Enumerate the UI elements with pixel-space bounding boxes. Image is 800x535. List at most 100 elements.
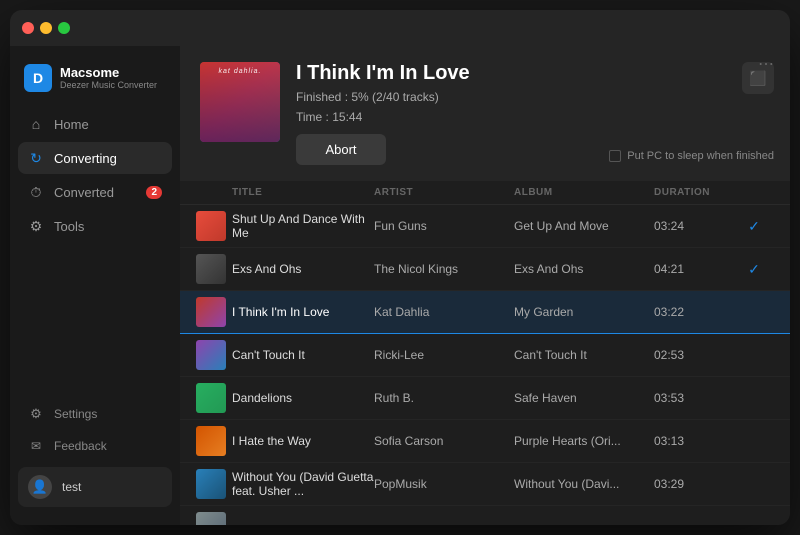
track-thumbnail	[196, 211, 226, 241]
col-duration: DURATION	[654, 187, 734, 198]
track-title-col: I Think I'm In Love	[232, 305, 374, 319]
track-title-col: Shut Up And Dance With Me	[232, 212, 374, 240]
track-duration: 04:21	[654, 262, 734, 276]
col-album: ALBUM	[514, 187, 654, 198]
content-area: kat dahlia. I Think I'm In Love Finished…	[180, 46, 790, 525]
track-name: Dandelions	[232, 391, 292, 405]
table-row[interactable]: Shut Up And Dance With Me Fun Guns Get U…	[180, 205, 790, 248]
check-icon: ✓	[748, 218, 760, 235]
track-artist: Kat Dahlia	[374, 305, 514, 319]
sleep-option: Put PC to sleep when finished	[609, 150, 774, 162]
check-icon: ✓	[748, 261, 760, 278]
track-title-col: Exs And Ohs	[232, 262, 374, 276]
table-row[interactable]: ...	[180, 506, 790, 525]
track-duration: 03:29	[654, 477, 734, 491]
track-thumb-col	[196, 297, 232, 327]
sleep-checkbox[interactable]	[609, 150, 621, 162]
track-title-col: Dandelions	[232, 391, 374, 405]
track-album: My Garden	[514, 305, 654, 319]
tools-icon: ⚙	[28, 218, 44, 234]
track-album: Can't Touch It	[514, 348, 654, 362]
user-profile[interactable]: 👤 test	[18, 467, 172, 507]
album-art-inner: kat dahlia.	[200, 62, 280, 142]
table-row[interactable]: I Hate the Way Sofia Carson Purple Heart…	[180, 420, 790, 463]
track-thumb-col	[196, 211, 232, 241]
sidebar-feedback-label: Feedback	[54, 439, 107, 453]
track-thumb-col	[196, 512, 232, 525]
user-name: test	[62, 480, 81, 494]
track-name: I Think I'm In Love	[232, 305, 329, 319]
track-duration: 02:53	[654, 348, 734, 362]
table-row[interactable]: Dandelions Ruth B. Safe Haven 03:53	[180, 377, 790, 420]
home-icon: ⌂	[28, 116, 44, 132]
sidebar-item-settings[interactable]: ⚙ Settings	[18, 399, 172, 429]
track-duration: 03:22	[654, 305, 734, 319]
track-thumb-col	[196, 340, 232, 370]
sidebar-item-converted-label: Converted	[54, 185, 114, 200]
track-album: Get Up And Move	[514, 219, 654, 233]
track-title-col: I Hate the Way	[232, 434, 374, 448]
track-album: Safe Haven	[514, 391, 654, 405]
track-thumbnail	[196, 426, 226, 456]
sidebar-bottom: ⚙ Settings ✉ Feedback 👤 test	[10, 391, 180, 515]
track-artist: The Nicol Kings	[374, 262, 514, 276]
col-title: TITLE	[232, 187, 374, 198]
sidebar-item-tools[interactable]: ⚙ Tools	[18, 210, 172, 242]
sidebar-settings-label: Settings	[54, 407, 97, 421]
track-name: Exs And Ohs	[232, 262, 301, 276]
content-header: kat dahlia. I Think I'm In Love Finished…	[180, 46, 790, 181]
table-row[interactable]: Without You (David Guetta feat. Usher ..…	[180, 463, 790, 506]
track-name: Shut Up And Dance With Me	[232, 212, 374, 240]
app-window: D Macsome Deezer Music Converter ⌂ Home …	[10, 10, 790, 525]
brand-name: Macsome	[60, 65, 157, 81]
track-artist: Ruth B.	[374, 391, 514, 405]
track-artist: Ricki-Lee	[374, 348, 514, 362]
track-thumbnail	[196, 297, 226, 327]
brand-logo: D	[24, 64, 52, 92]
close-button[interactable]	[22, 22, 34, 34]
sidebar-item-home[interactable]: ⌂ Home	[18, 108, 172, 140]
track-album: Without You (Davi...	[514, 477, 654, 491]
sidebar-item-converting[interactable]: ↻ Converting	[18, 142, 172, 174]
menu-dots-icon[interactable]: ⋯	[758, 54, 774, 74]
sidebar-item-converting-label: Converting	[54, 151, 117, 166]
converted-badge: 2	[146, 186, 162, 199]
brand-text-area: Macsome Deezer Music Converter	[60, 65, 157, 91]
track-rows: Shut Up And Dance With Me Fun Guns Get U…	[180, 205, 790, 525]
track-artist: Sofia Carson	[374, 434, 514, 448]
table-row[interactable]: Exs And Ohs The Nicol Kings Exs And Ohs …	[180, 248, 790, 291]
track-list-container[interactable]: TITLE ARTIST ALBUM DURATION Shut Up And …	[180, 181, 790, 525]
sidebar-item-home-label: Home	[54, 117, 89, 132]
track-artist: PopMusik	[374, 477, 514, 491]
track-duration: 03:13	[654, 434, 734, 448]
main-layout: D Macsome Deezer Music Converter ⌂ Home …	[10, 46, 790, 525]
feedback-icon: ✉	[28, 438, 44, 454]
table-row[interactable]: Can't Touch It Ricki-Lee Can't Touch It …	[180, 334, 790, 377]
sidebar-item-converted[interactable]: ⏱ Converted 2	[18, 176, 172, 208]
track-thumb-col	[196, 426, 232, 456]
track-status: ✓	[734, 218, 774, 235]
sleep-label: Put PC to sleep when finished	[627, 150, 774, 162]
abort-button[interactable]: Abort	[296, 134, 386, 165]
track-thumb-col	[196, 469, 232, 499]
track-title-col: Can't Touch It	[232, 348, 374, 362]
table-row[interactable]: I Think I'm In Love Kat Dahlia My Garden…	[180, 291, 790, 334]
track-album: Exs And Ohs	[514, 262, 654, 276]
track-title-col: Without You (David Guetta feat. Usher ..…	[232, 470, 374, 498]
col-artist: ARTIST	[374, 187, 514, 198]
track-name: I Hate the Way	[232, 434, 311, 448]
album-art-artist: kat dahlia.	[200, 68, 280, 75]
track-thumb-col	[196, 383, 232, 413]
sidebar-nav: ⌂ Home ↻ Converting ⏱ Converted 2 ⚙ Tool…	[10, 108, 180, 391]
track-duration: 03:24	[654, 219, 734, 233]
header-right: ⬛ Put PC to sleep when finished	[609, 62, 774, 162]
track-name: ...	[232, 520, 242, 525]
track-album: Purple Hearts (Ori...	[514, 434, 654, 448]
album-art: kat dahlia.	[200, 62, 280, 142]
maximize-button[interactable]	[58, 22, 70, 34]
minimize-button[interactable]	[40, 22, 52, 34]
track-title-col: ...	[232, 520, 374, 525]
track-duration: 03:53	[654, 391, 734, 405]
sidebar-item-feedback[interactable]: ✉ Feedback	[18, 431, 172, 461]
track-thumbnail	[196, 469, 226, 499]
